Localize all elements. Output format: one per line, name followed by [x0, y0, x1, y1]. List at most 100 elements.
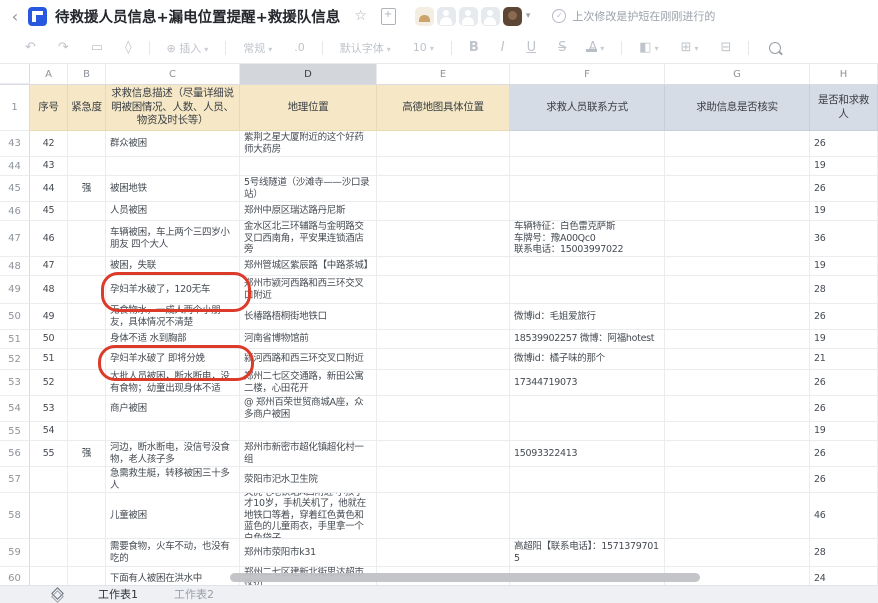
cell-D50[interactable]: 长椿路梧桐街地铁口: [240, 304, 377, 330]
cell-F58[interactable]: [510, 493, 665, 539]
cell-A49[interactable]: 48: [30, 276, 68, 304]
italic-button[interactable]: I: [490, 40, 516, 55]
cell-A56[interactable]: 55: [30, 441, 68, 467]
cell-F53[interactable]: 17344719073: [510, 370, 665, 396]
cell-C60[interactable]: 下面有人被困在洪水中: [106, 567, 240, 585]
row-header-43[interactable]: 43: [0, 131, 30, 157]
underline-button[interactable]: U: [516, 40, 548, 55]
cell-G51[interactable]: [665, 330, 810, 349]
cell-B54[interactable]: [68, 396, 106, 422]
chevron-down-icon[interactable]: ▾: [526, 11, 531, 21]
row-header-47[interactable]: 47: [0, 221, 30, 257]
cell-F1[interactable]: 求救人员联系方式: [510, 85, 665, 131]
cell-A48[interactable]: 47: [30, 257, 68, 276]
cell-H57[interactable]: 26: [810, 467, 878, 493]
row-header-1[interactable]: 1: [0, 85, 30, 131]
cell-A58[interactable]: [30, 493, 68, 539]
row-header-49[interactable]: 49: [0, 276, 30, 304]
row-header-54[interactable]: 54: [0, 396, 30, 422]
insert-button[interactable]: ⊕ 插入▾: [156, 40, 220, 56]
cell-E55[interactable]: [377, 422, 510, 441]
cell-B49[interactable]: [68, 276, 106, 304]
collaborator-avatar[interactable]: [481, 7, 500, 26]
cell-F55[interactable]: [510, 422, 665, 441]
cell-A44[interactable]: 43: [30, 157, 68, 176]
cell-G58[interactable]: [665, 493, 810, 539]
cell-E44[interactable]: [377, 157, 510, 176]
column-header-D[interactable]: D: [240, 64, 377, 84]
cell-A53[interactable]: 52: [30, 370, 68, 396]
cell-A59[interactable]: [30, 539, 68, 567]
cell-A57[interactable]: [30, 467, 68, 493]
cell-F49[interactable]: [510, 276, 665, 304]
cell-G45[interactable]: [665, 176, 810, 202]
cell-G44[interactable]: [665, 157, 810, 176]
horizontal-scrollbar-thumb[interactable]: [230, 573, 700, 582]
cell-E50[interactable]: [377, 304, 510, 330]
cell-G1[interactable]: 求助信息是否核实: [665, 85, 810, 131]
new-document-icon[interactable]: [381, 8, 396, 25]
collaborator-avatar[interactable]: [437, 7, 456, 26]
cell-C53[interactable]: 大批人员被困，断水断电，没有食物；幼童出现身体不适: [106, 370, 240, 396]
column-header-H[interactable]: H: [810, 64, 878, 84]
cell-B51[interactable]: [68, 330, 106, 349]
cell-D43[interactable]: 紫荆之星大厦附近的这个好药师大药房: [240, 131, 377, 157]
cell-G57[interactable]: [665, 467, 810, 493]
cell-H59[interactable]: 28: [810, 539, 878, 567]
cell-C48[interactable]: 被困，失联: [106, 257, 240, 276]
cell-C59[interactable]: 需要食物，火车不动，也没有吃的: [106, 539, 240, 567]
cell-C1[interactable]: 求救信息描述（尽量详细说明被困情况、人数、人员、物资及时长等）: [106, 85, 240, 131]
cell-D48[interactable]: 郑州管城区紫辰路【中路茶城】: [240, 257, 377, 276]
cell-B45[interactable]: 强: [68, 176, 106, 202]
cell-D49[interactable]: 郑州市颍河西路和西三环交叉口附近: [240, 276, 377, 304]
cell-C50[interactable]: 无食物水，一成人两个小朋友，具体情况不清楚: [106, 304, 240, 330]
cell-F47[interactable]: 车辆特征：白色雷克萨斯 车牌号：豫A00Qc0 联系电话：15003997022: [510, 221, 665, 257]
cell-G59[interactable]: [665, 539, 810, 567]
cell-E1[interactable]: 高德地图具体位置: [377, 85, 510, 131]
cell-H51[interactable]: 19: [810, 330, 878, 349]
cell-A47[interactable]: 46: [30, 221, 68, 257]
redo-button[interactable]: ↷: [47, 40, 80, 55]
cell-G49[interactable]: [665, 276, 810, 304]
corner-cell[interactable]: [0, 64, 30, 84]
cell-B50[interactable]: [68, 304, 106, 330]
cell-G53[interactable]: [665, 370, 810, 396]
row-header-45[interactable]: 45: [0, 176, 30, 202]
cell-A52[interactable]: 51: [30, 349, 68, 370]
cell-C57[interactable]: 急需救生艇，转移被困三十多人: [106, 467, 240, 493]
search-icon[interactable]: [769, 42, 781, 54]
cell-D44[interactable]: [240, 157, 377, 176]
undo-button[interactable]: ↶: [14, 40, 47, 55]
sheets-list-icon[interactable]: [52, 589, 64, 601]
cell-F50[interactable]: 微博id：毛姐爱旅行: [510, 304, 665, 330]
row-header-53[interactable]: 53: [0, 370, 30, 396]
cell-E53[interactable]: [377, 370, 510, 396]
cell-A45[interactable]: 44: [30, 176, 68, 202]
collaborator-avatar[interactable]: [503, 7, 522, 26]
cell-B58[interactable]: [68, 493, 106, 539]
column-header-C[interactable]: C: [106, 64, 240, 84]
row-header-56[interactable]: 56: [0, 441, 30, 467]
strikethrough-button[interactable]: S: [547, 40, 577, 55]
cell-F48[interactable]: [510, 257, 665, 276]
cell-F56[interactable]: 15093322413: [510, 441, 665, 467]
cell-H48[interactable]: 19: [810, 257, 878, 276]
row-header-44[interactable]: 44: [0, 157, 30, 176]
cell-B47[interactable]: [68, 221, 106, 257]
cell-B57[interactable]: [68, 467, 106, 493]
cell-D47[interactable]: 金水区北三环辅路与金明路交叉口西南角，平安果连锁酒店旁: [240, 221, 377, 257]
font-color-button[interactable]: A▾: [577, 40, 615, 56]
cell-D57[interactable]: 荥阳市汜水卫生院: [240, 467, 377, 493]
cell-H50[interactable]: 26: [810, 304, 878, 330]
cell-H46[interactable]: 19: [810, 202, 878, 221]
cell-H54[interactable]: 26: [810, 396, 878, 422]
cell-F52[interactable]: 微博id：橘子味的那个: [510, 349, 665, 370]
cell-A60[interactable]: [30, 567, 68, 585]
cell-F57[interactable]: [510, 467, 665, 493]
cell-F45[interactable]: [510, 176, 665, 202]
cell-E58[interactable]: [377, 493, 510, 539]
cell-G55[interactable]: [665, 422, 810, 441]
cell-C47[interactable]: 车辆被困，车上两个三四岁小朋友 四个大人: [106, 221, 240, 257]
cell-F54[interactable]: [510, 396, 665, 422]
cell-C56[interactable]: 河边，断水断电，没信号没食物，老人孩子多: [106, 441, 240, 467]
